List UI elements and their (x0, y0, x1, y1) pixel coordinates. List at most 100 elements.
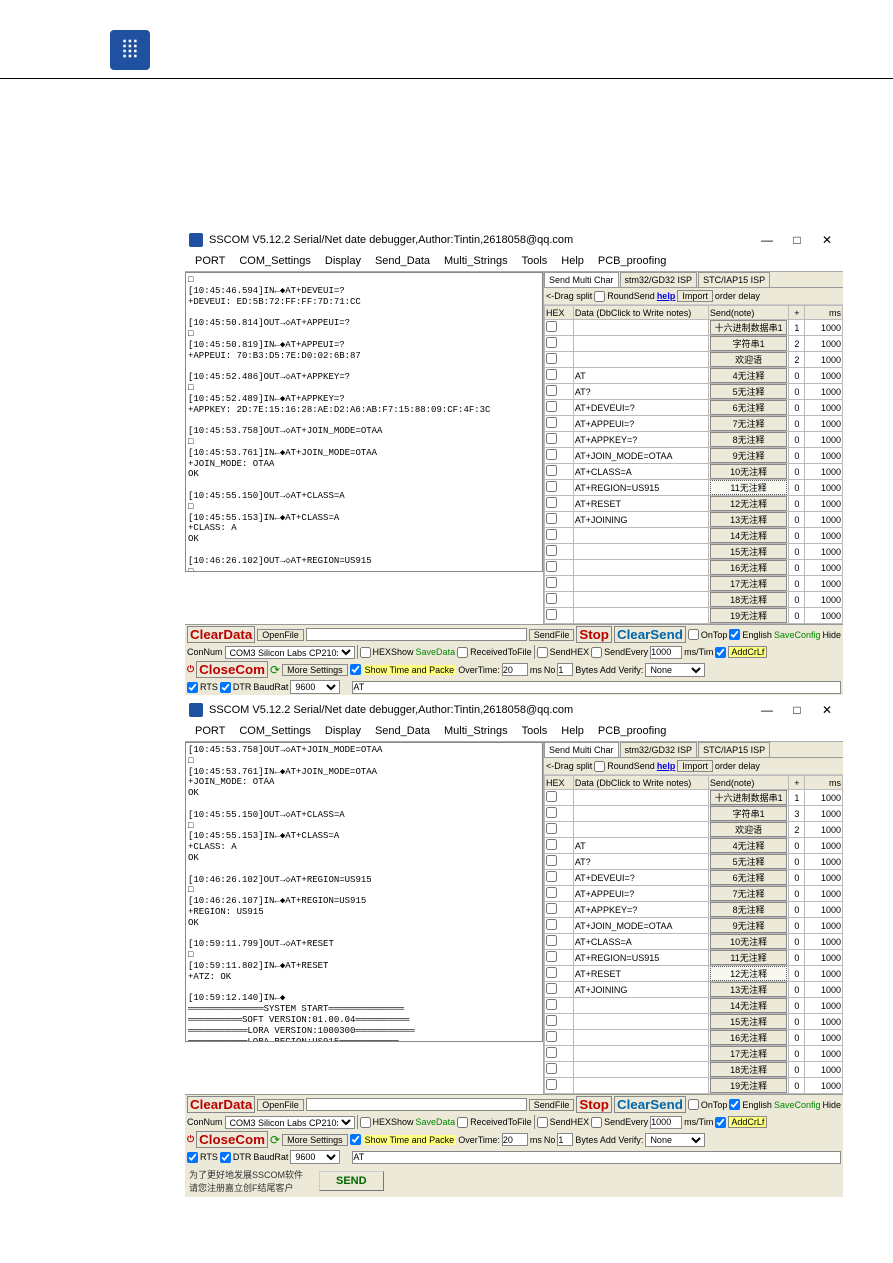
row-ms[interactable]: 1000 (805, 528, 843, 544)
close-button[interactable]: ✕ (815, 231, 839, 249)
row-send-button[interactable]: 6无注释 (710, 400, 787, 415)
row-ms[interactable]: 1000 (805, 384, 843, 400)
row-send-button[interactable]: 11无注释 (710, 480, 787, 495)
menu-port[interactable]: PORT (189, 723, 231, 739)
row-ms[interactable]: 1000 (805, 870, 843, 886)
menu-com_settings[interactable]: COM_Settings (233, 253, 317, 269)
row-data-cell[interactable] (573, 528, 708, 544)
row-send-button[interactable]: 8无注释 (710, 432, 787, 447)
row-hex-checkbox[interactable] (546, 1079, 557, 1090)
tab[interactable]: stm32/GD32 ISP (620, 272, 698, 287)
row-hex-checkbox[interactable] (546, 529, 557, 540)
close-com-button[interactable]: CloseCom (196, 661, 268, 678)
row-hex-checkbox[interactable] (546, 353, 557, 364)
row-send-button[interactable]: 7无注释 (710, 416, 787, 431)
rts-checkbox[interactable] (187, 682, 198, 693)
row-data-cell[interactable] (573, 608, 708, 624)
row-data-cell[interactable]: AT? (573, 854, 708, 870)
row-send-button[interactable]: 10无注释 (710, 934, 787, 949)
hide-label[interactable]: Hide (822, 1100, 841, 1110)
tab[interactable]: Send Multi Char (544, 272, 619, 287)
row-data-cell[interactable] (573, 560, 708, 576)
row-data-cell[interactable] (573, 998, 708, 1014)
row-send-button[interactable]: 19无注释 (710, 1078, 787, 1093)
no-input[interactable] (557, 1133, 573, 1146)
row-ms[interactable]: 1000 (805, 368, 843, 384)
verify-select[interactable]: None (645, 663, 705, 677)
row-ms[interactable]: 1000 (805, 544, 843, 560)
row-data-cell[interactable] (573, 790, 708, 806)
row-ms[interactable]: 1000 (805, 1046, 843, 1062)
clear-data-button[interactable]: ClearData (187, 1096, 255, 1113)
row-ms[interactable]: 1000 (805, 400, 843, 416)
send-button[interactable]: SEND (319, 1171, 384, 1191)
menu-tools[interactable]: Tools (516, 723, 554, 739)
hide-label[interactable]: Hide (822, 630, 841, 640)
menu-help[interactable]: Help (555, 723, 590, 739)
row-data-cell[interactable]: AT+REGION=US915 (573, 950, 708, 966)
row-data-cell[interactable]: AT+JOIN_MODE=OTAA (573, 918, 708, 934)
row-ms[interactable]: 1000 (805, 496, 843, 512)
row-hex-checkbox[interactable] (546, 481, 557, 492)
row-send-button[interactable]: 14无注释 (710, 998, 787, 1013)
row-hex-checkbox[interactable] (546, 1015, 557, 1026)
row-ms[interactable]: 1000 (805, 998, 843, 1014)
overtime-input[interactable] (502, 1133, 528, 1146)
row-ms[interactable]: 1000 (805, 512, 843, 528)
row-send-button[interactable]: 4无注释 (710, 838, 787, 853)
row-hex-checkbox[interactable] (546, 887, 557, 898)
menu-send_data[interactable]: Send_Data (369, 253, 436, 269)
row-ms[interactable]: 1000 (805, 934, 843, 950)
minimize-button[interactable]: — (755, 701, 779, 719)
row-hex-checkbox[interactable] (546, 871, 557, 882)
more-settings-button[interactable]: More Settings (282, 1134, 348, 1146)
row-ms[interactable]: 1000 (805, 902, 843, 918)
log-output[interactable]: □ [10:45:46.594]IN←◆AT+DEVEUI=? +DEVEUI:… (185, 272, 543, 572)
sendhex-checkbox[interactable] (537, 647, 548, 658)
row-data-cell[interactable] (573, 1078, 708, 1094)
sendhex-checkbox[interactable] (537, 1117, 548, 1128)
menu-pcb_proofing[interactable]: PCB_proofing (592, 723, 673, 739)
row-ms[interactable]: 1000 (805, 838, 843, 854)
row-data-cell[interactable]: AT+RESET (573, 966, 708, 982)
open-file-button[interactable]: OpenFile (257, 629, 304, 641)
baud-select[interactable]: 9600 (290, 680, 340, 694)
th-plus[interactable]: + (789, 776, 805, 790)
baud-select[interactable]: 9600 (290, 1150, 340, 1164)
file-path-input[interactable] (306, 1098, 527, 1111)
row-data-cell[interactable]: AT+APPEUI=? (573, 886, 708, 902)
row-hex-checkbox[interactable] (546, 449, 557, 460)
stop-button[interactable]: Stop (576, 1096, 612, 1113)
row-send-button[interactable]: 10无注释 (710, 464, 787, 479)
file-path-input[interactable] (306, 628, 527, 641)
row-data-cell[interactable]: AT+RESET (573, 496, 708, 512)
row-send-button[interactable]: 11无注释 (710, 950, 787, 965)
menu-help[interactable]: Help (555, 253, 590, 269)
addcrlf-checkbox[interactable] (715, 647, 726, 658)
row-hex-checkbox[interactable] (546, 823, 557, 834)
row-send-button[interactable]: 13无注释 (710, 512, 787, 527)
row-ms[interactable]: 1000 (805, 950, 843, 966)
showtime-checkbox[interactable] (350, 1134, 361, 1145)
sendevery-input[interactable] (650, 646, 682, 659)
row-ms[interactable]: 1000 (805, 806, 843, 822)
row-ms[interactable]: 1000 (805, 1030, 843, 1046)
row-hex-checkbox[interactable] (546, 609, 557, 620)
rts-checkbox[interactable] (187, 1152, 198, 1163)
row-data-cell[interactable]: AT+APPKEY=? (573, 902, 708, 918)
com-port-select[interactable]: COM3 Silicon Labs CP210x U (225, 646, 355, 659)
row-data-cell[interactable] (573, 352, 708, 368)
minimize-button[interactable]: — (755, 231, 779, 249)
refresh-icon[interactable]: ⟳ (270, 1133, 280, 1147)
row-ms[interactable]: 1000 (805, 1062, 843, 1078)
row-data-cell[interactable]: AT+JOINING (573, 982, 708, 998)
row-hex-checkbox[interactable] (546, 417, 557, 428)
row-hex-checkbox[interactable] (546, 951, 557, 962)
sendevery-checkbox[interactable] (591, 1117, 602, 1128)
no-input[interactable] (557, 663, 573, 676)
help-link[interactable]: help (657, 291, 676, 301)
tab[interactable]: Send Multi Char (544, 742, 619, 757)
row-hex-checkbox[interactable] (546, 337, 557, 348)
import-button[interactable]: Import (677, 290, 713, 302)
row-hex-checkbox[interactable] (546, 807, 557, 818)
